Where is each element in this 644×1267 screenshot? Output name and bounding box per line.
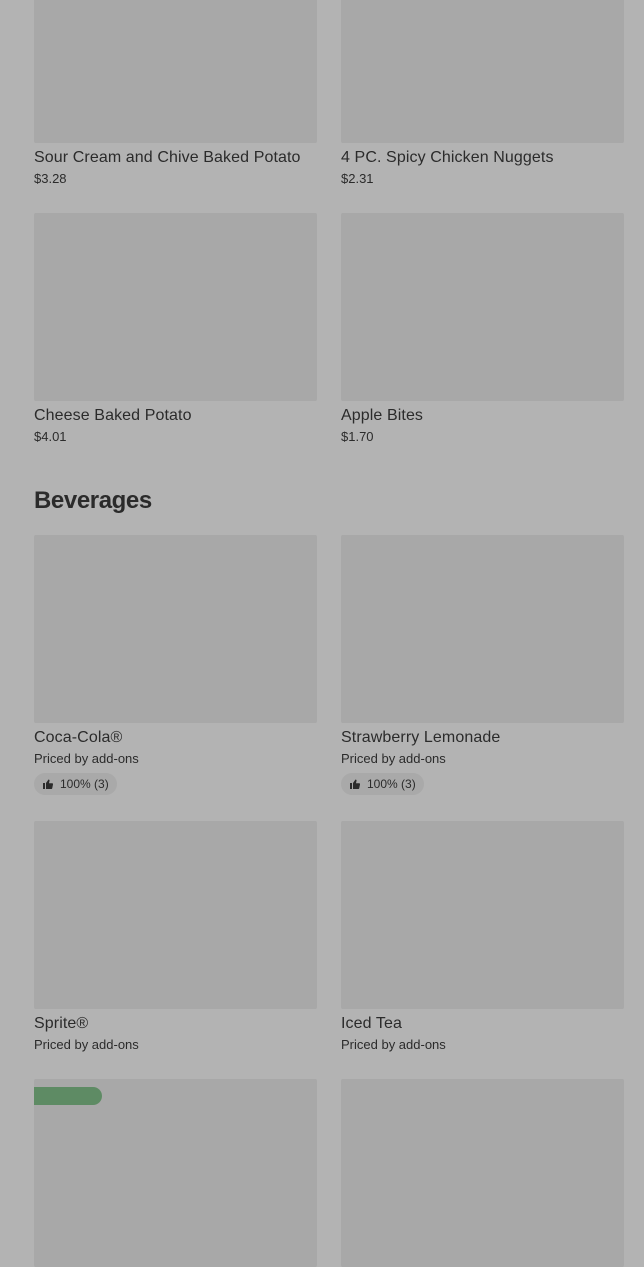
item-image[interactable] <box>341 1079 624 1267</box>
menu-item-card[interactable] <box>34 1079 317 1267</box>
rating-text: 100% (3) <box>367 777 416 791</box>
section-title-beverages: Beverages <box>34 487 152 514</box>
item-image[interactable] <box>34 535 317 723</box>
menu-item-card[interactable]: Coca-Cola® Priced by add-ons 100% (3) <box>34 535 317 795</box>
item-image[interactable] <box>341 213 624 401</box>
item-image[interactable] <box>34 1079 317 1267</box>
item-image[interactable] <box>341 535 624 723</box>
item-image[interactable] <box>34 821 317 1009</box>
item-price: $2.31 <box>341 171 374 186</box>
item-name: Coca-Cola® <box>34 729 123 746</box>
menu-item-card[interactable]: Iced Tea Priced by add-ons <box>341 821 624 1053</box>
item-price: $1.70 <box>341 429 374 444</box>
item-name: Sprite® <box>34 1015 89 1032</box>
menu-item-card[interactable]: 4 PC. Spicy Chicken Nuggets $2.31 <box>341 0 624 187</box>
menu-item-card[interactable]: Apple Bites $1.70 <box>341 213 624 445</box>
thumbs-up-icon <box>349 778 361 790</box>
item-image[interactable] <box>341 821 624 1009</box>
item-name: Cheese Baked Potato <box>34 407 192 424</box>
rating-text: 100% (3) <box>60 777 109 791</box>
menu-item-card[interactable]: Strawberry Lemonade Priced by add-ons 10… <box>341 535 624 795</box>
thumbs-up-icon <box>42 778 54 790</box>
item-image[interactable] <box>34 0 317 143</box>
item-price: Priced by add-ons <box>34 1037 139 1052</box>
menu-item-card[interactable]: Sour Cream and Chive Baked Potato $3.28 <box>34 0 317 187</box>
item-price: Priced by add-ons <box>34 751 139 766</box>
item-price: $3.28 <box>34 171 67 186</box>
rating-badge: 100% (3) <box>341 773 424 795</box>
menu-item-card[interactable] <box>341 1079 624 1267</box>
item-name: Iced Tea <box>341 1015 402 1032</box>
item-price: $4.01 <box>34 429 67 444</box>
item-name: 4 PC. Spicy Chicken Nuggets <box>341 149 554 166</box>
item-image[interactable] <box>341 0 624 143</box>
item-price: Priced by add-ons <box>341 751 446 766</box>
item-name: Apple Bites <box>341 407 424 424</box>
item-image[interactable] <box>34 213 317 401</box>
item-tag <box>34 1087 102 1105</box>
menu-item-card[interactable]: Cheese Baked Potato $4.01 <box>34 213 317 445</box>
item-name: Strawberry Lemonade <box>341 729 501 746</box>
item-name: Sour Cream and Chive Baked Potato <box>34 149 301 166</box>
item-price: Priced by add-ons <box>341 1037 446 1052</box>
rating-badge: 100% (3) <box>34 773 117 795</box>
menu-item-card[interactable]: Sprite® Priced by add-ons <box>34 821 317 1053</box>
